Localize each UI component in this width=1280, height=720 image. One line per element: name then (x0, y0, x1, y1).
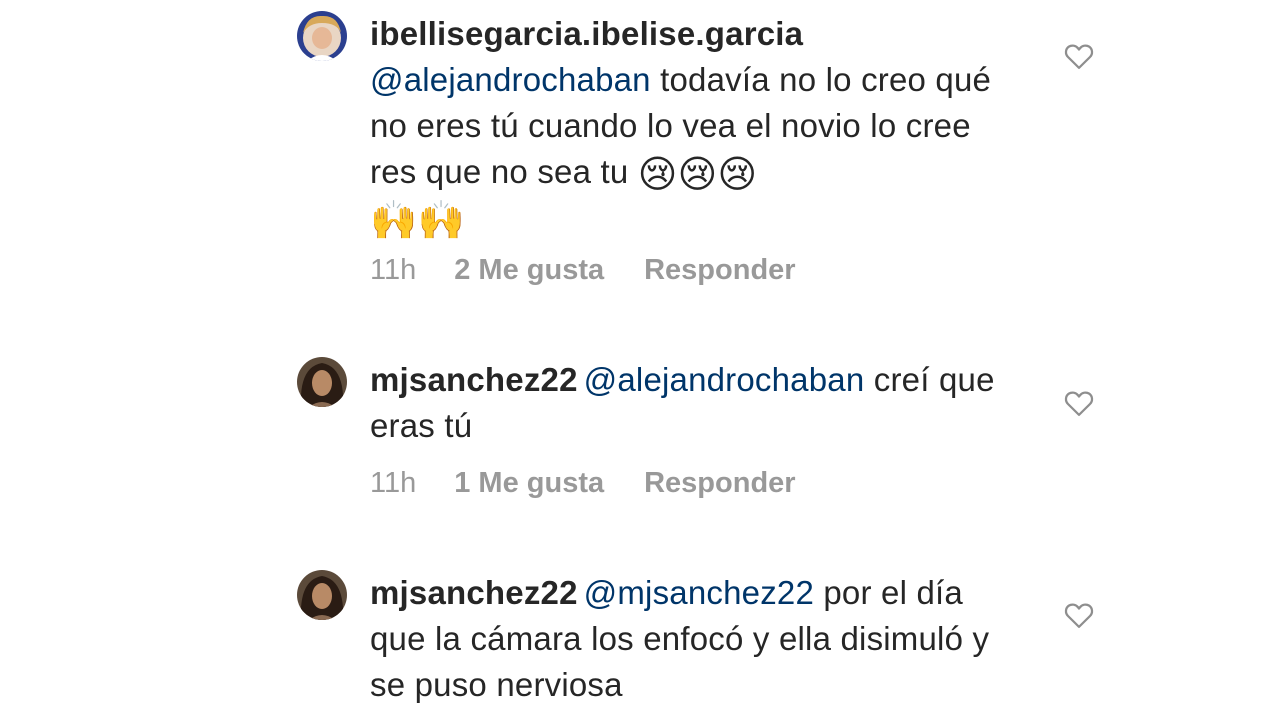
reply-button[interactable]: Responder (644, 254, 795, 287)
crying-face-emoji: 😢 (637, 152, 678, 196)
crying-face-emoji: 😢 (677, 152, 718, 196)
avatar[interactable] (297, 357, 347, 407)
comment-timestamp[interactable]: 11h (370, 254, 416, 287)
avatar-image (297, 11, 347, 61)
comment-likes-count[interactable]: 1 Me gusta (454, 467, 604, 500)
heart-outline-icon[interactable] (1064, 601, 1094, 629)
comment-username[interactable]: mjsanchez22 (370, 361, 578, 398)
comment-mention[interactable]: @alejandrochaban (370, 61, 651, 98)
comment-meta: 11h 1 Me gusta Responder (370, 467, 796, 500)
comment-username[interactable]: ibellisegarcia.ibelise.garcia (370, 15, 803, 52)
raising-hands-emoji: 🙌 (417, 198, 466, 242)
raising-hands-emoji: 🙌 (370, 198, 418, 242)
comment-body: mjsanchez22 @alejandrochaban creí que era… (370, 357, 1020, 449)
comment-mention[interactable]: @alejandrochaban (584, 361, 865, 398)
comment-likes-count[interactable]: 2 Me gusta (454, 254, 604, 287)
avatar-image (297, 570, 347, 620)
comment-meta: 11h 2 Me gusta Responder (370, 254, 796, 287)
avatar[interactable] (297, 11, 347, 61)
reply-button[interactable]: Responder (644, 467, 795, 500)
comment-timestamp[interactable]: 11h (370, 467, 416, 500)
heart-outline-icon[interactable] (1064, 42, 1094, 70)
heart-outline-icon[interactable] (1064, 389, 1094, 417)
comment-body: ibellisegarcia.ibelise.garcia @alejandro… (370, 11, 1020, 241)
crying-face-emoji: 😢 (717, 152, 758, 196)
comment-body: mjsanchez22 @mjsanchez22 por el día que l… (370, 570, 1020, 708)
comment-username[interactable]: mjsanchez22 (370, 574, 578, 611)
avatar[interactable] (297, 570, 347, 620)
comment-mention[interactable]: @mjsanchez22 (584, 574, 814, 611)
avatar-image (297, 357, 347, 407)
